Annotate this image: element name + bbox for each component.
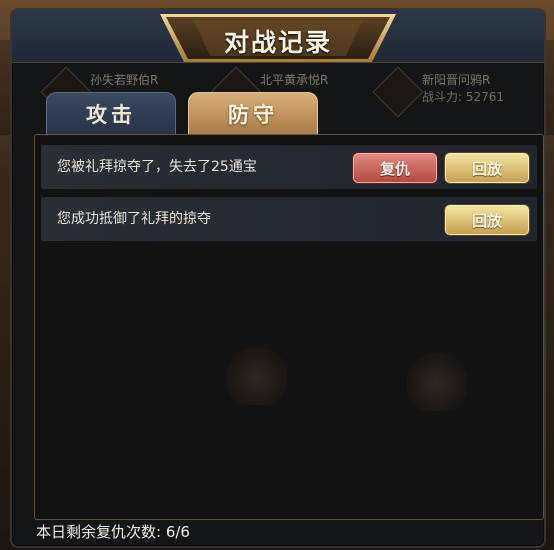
dialog-title: 对战记录	[223, 28, 332, 57]
background-card-name: 新阳晋问鸦R	[422, 73, 491, 87]
record-list: 您被礼拜掠夺了，失去了25通宝 复仇 回放 您成功抵御了礼拜的掠夺 回放	[34, 134, 544, 520]
revenge-button[interactable]: 复仇	[353, 153, 437, 183]
record-message: 您被礼拜掠夺了，失去了25通宝	[57, 159, 257, 175]
record-row: 您被礼拜掠夺了，失去了25通宝 复仇 回放	[41, 145, 537, 189]
faded-figure-icon	[227, 345, 287, 405]
emblem-icon	[372, 66, 424, 118]
record-row: 您成功抵御了礼拜的掠夺 回放	[41, 197, 537, 241]
background-card-name: 孙失若野伯R	[90, 73, 159, 87]
tab-attack-label: 攻击	[86, 102, 136, 127]
replay-button[interactable]: 回放	[445, 205, 529, 235]
background-card-name: 北平黄承悦R	[260, 73, 329, 87]
title-ribbon: 对战记录	[160, 14, 396, 62]
revenge-count-text: 本日剩余复仇次数: 6/6	[36, 523, 190, 541]
game-screen: 对战记录 孙失若野伯R 48791 北平黄承悦R 48830 新阳晋问鸦R 战斗…	[0, 0, 554, 550]
background-card-power: 战斗力: 52761	[422, 90, 505, 104]
record-message: 您成功抵御了礼拜的掠夺	[57, 211, 211, 227]
tab-defense-label: 防守	[228, 102, 278, 127]
battle-record-dialog: 对战记录 孙失若野伯R 48791 北平黄承悦R 48830 新阳晋问鸦R 战斗…	[10, 8, 546, 548]
tab-defense[interactable]: 防守	[188, 92, 318, 135]
background-card: 新阳晋问鸦R 战斗力: 52761	[372, 66, 505, 132]
replay-button[interactable]: 回放	[445, 153, 529, 183]
tab-attack[interactable]: 攻击	[46, 92, 176, 135]
faded-figure-icon	[407, 351, 467, 411]
